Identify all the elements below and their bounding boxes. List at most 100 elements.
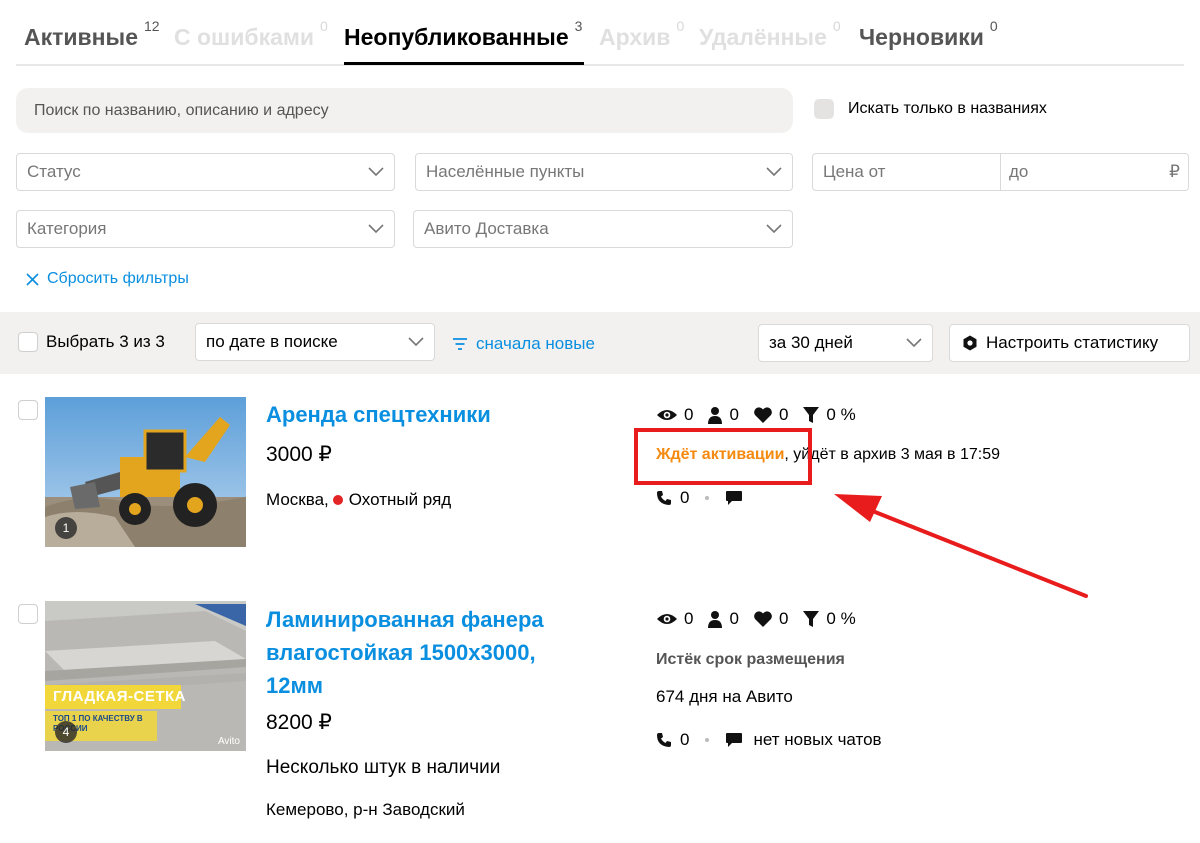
- photo-count-badge: 1: [55, 517, 77, 539]
- reset-filters-label: Сбросить фильтры: [47, 270, 189, 287]
- conversion-stat: 0 %: [802, 405, 856, 425]
- tab-label: Удалённые: [699, 24, 827, 50]
- metro-station: Охотный ряд: [348, 490, 452, 509]
- days-on-avito: 674 дня на Авито: [656, 687, 793, 706]
- tab-label: Архив: [599, 24, 671, 50]
- category-select-label: Категория: [27, 219, 107, 238]
- photo-watermark: Avito: [217, 736, 240, 747]
- separator-dot: [705, 738, 710, 742]
- tab-unpublished[interactable]: Неопубликованные 3: [344, 18, 585, 65]
- localities-select[interactable]: Населённые пункты: [415, 153, 793, 191]
- tab-label: Черновики: [859, 24, 984, 50]
- chat-icon[interactable]: [725, 732, 743, 748]
- delivery-select[interactable]: Авито Доставка: [413, 210, 793, 248]
- listing-availability: Несколько штук в наличии: [266, 757, 501, 778]
- person-icon: [708, 611, 723, 628]
- status-select[interactable]: Статус: [16, 153, 395, 191]
- only-names-checkbox[interactable]: [814, 99, 834, 119]
- listing-photo[interactable]: 1: [45, 397, 246, 547]
- select-all-checkbox[interactable]: [18, 332, 38, 352]
- tab-count: 0: [676, 18, 685, 34]
- only-names-option[interactable]: Искать только в названиях: [814, 99, 1047, 119]
- only-names-label: Искать только в названиях: [848, 100, 1047, 117]
- delivery-select-label: Авито Доставка: [424, 219, 549, 238]
- listing-photo[interactable]: ГЛАДКАЯ-СЕТКА ТОП 1 ПО КАЧЕСТВУ В РОССИИ…: [45, 601, 246, 751]
- calls-count: 0: [680, 488, 690, 507]
- funnel-icon: [803, 407, 820, 423]
- listing-title[interactable]: Ламинированная фанера влагостойкая 1500х…: [266, 603, 596, 702]
- contacts-stat: 0: [707, 405, 739, 425]
- tab-drafts[interactable]: Черновики 0: [859, 18, 998, 51]
- close-icon: [26, 272, 39, 286]
- configure-stats-button[interactable]: Настроить статистику: [949, 324, 1190, 362]
- annotation-arrow-icon: [834, 494, 1088, 598]
- configure-stats-label: Настроить статистику: [986, 333, 1159, 352]
- status-tabs: Активные 12 С ошибками 0 Неопубликованные 3…: [16, 0, 1184, 66]
- price-to-input[interactable]: до ₽: [1000, 153, 1189, 191]
- views-count: 0: [684, 405, 694, 424]
- contacts-stat: 0: [707, 609, 739, 629]
- favorites-stat: 0: [753, 405, 788, 425]
- chevron-down-icon: [766, 167, 782, 177]
- heart-icon: [754, 406, 772, 423]
- chats-status[interactable]: нет новых чатов: [753, 730, 881, 750]
- listing-contacts: 0: [656, 488, 743, 508]
- tab-errors[interactable]: С ошибками 0: [174, 18, 328, 51]
- chevron-down-icon: [766, 224, 782, 234]
- conversion-value: 0 %: [826, 405, 856, 424]
- person-icon: [708, 407, 723, 424]
- favorites-count: 0: [778, 405, 789, 424]
- chevron-down-icon: [408, 337, 424, 347]
- chevron-down-icon: [368, 224, 384, 234]
- separator-dot: [705, 496, 710, 500]
- eye-icon: [657, 614, 677, 624]
- chat-icon[interactable]: [725, 490, 743, 506]
- price-from-placeholder: Цена от: [823, 162, 886, 181]
- tab-label: С ошибками: [174, 24, 315, 50]
- views-stat: 0: [656, 609, 693, 629]
- status-expired: Истёк срок размещения: [656, 651, 845, 668]
- reset-filters-link[interactable]: Сбросить фильтры: [26, 270, 189, 288]
- listing-checkbox[interactable]: [18, 400, 38, 420]
- tab-count: 3: [574, 18, 583, 34]
- listing-stats: 0 0 0 0 %: [656, 609, 870, 629]
- tab-active[interactable]: Активные 12: [24, 18, 160, 51]
- conversion-value: 0 %: [826, 609, 856, 628]
- period-select[interactable]: за 30 дней: [758, 324, 933, 362]
- sort-order-toggle[interactable]: сначала новые: [452, 334, 595, 354]
- tab-deleted[interactable]: Удалённые 0: [699, 18, 841, 51]
- select-all[interactable]: Выбрать 3 из 3: [18, 332, 165, 352]
- favorites-stat: 0: [753, 609, 788, 629]
- listing-stats: 0 0 0 0 %: [656, 405, 870, 425]
- contacts-count: 0: [729, 405, 739, 424]
- tab-label: Активные: [24, 24, 138, 50]
- sort-select[interactable]: по дате в поиске: [195, 323, 435, 361]
- search-input[interactable]: [16, 88, 793, 133]
- views-stat: 0: [656, 405, 693, 425]
- listing-contacts: 0 нет новых чатов: [656, 730, 882, 750]
- status-select-label: Статус: [27, 162, 81, 181]
- chevron-down-icon: [906, 338, 922, 348]
- listing-checkbox[interactable]: [18, 604, 38, 624]
- tab-count: 0: [320, 18, 328, 34]
- funnel-icon: [803, 611, 820, 627]
- conversion-stat: 0 %: [802, 609, 856, 629]
- photo-banner-text: ГЛАДКАЯ-СЕТКА: [53, 688, 186, 705]
- listing-title[interactable]: Аренда спецтехники: [266, 398, 491, 431]
- price-from-input[interactable]: Цена от: [812, 153, 1001, 191]
- highlight-box: [634, 428, 812, 485]
- listing-price: 8200 ₽: [266, 711, 332, 734]
- archive-note: , уйдёт в архив 3 мая в 17:59: [784, 446, 1001, 463]
- favorites-count: 0: [778, 609, 789, 628]
- tab-archive[interactable]: Архив 0: [599, 18, 684, 51]
- period-select-value: за 30 дней: [769, 333, 853, 352]
- tab-count: 12: [144, 18, 160, 34]
- phone-icon: [657, 491, 671, 505]
- city: Москва,: [266, 490, 329, 509]
- sort-select-value: по дате в поиске: [206, 332, 338, 351]
- listing-location: Кемерово, р-н Заводский: [266, 800, 465, 819]
- eye-icon: [657, 410, 677, 420]
- tab-label: Неопубликованные: [344, 24, 569, 50]
- localities-select-label: Населённые пункты: [426, 162, 585, 181]
- category-select[interactable]: Категория: [16, 210, 395, 248]
